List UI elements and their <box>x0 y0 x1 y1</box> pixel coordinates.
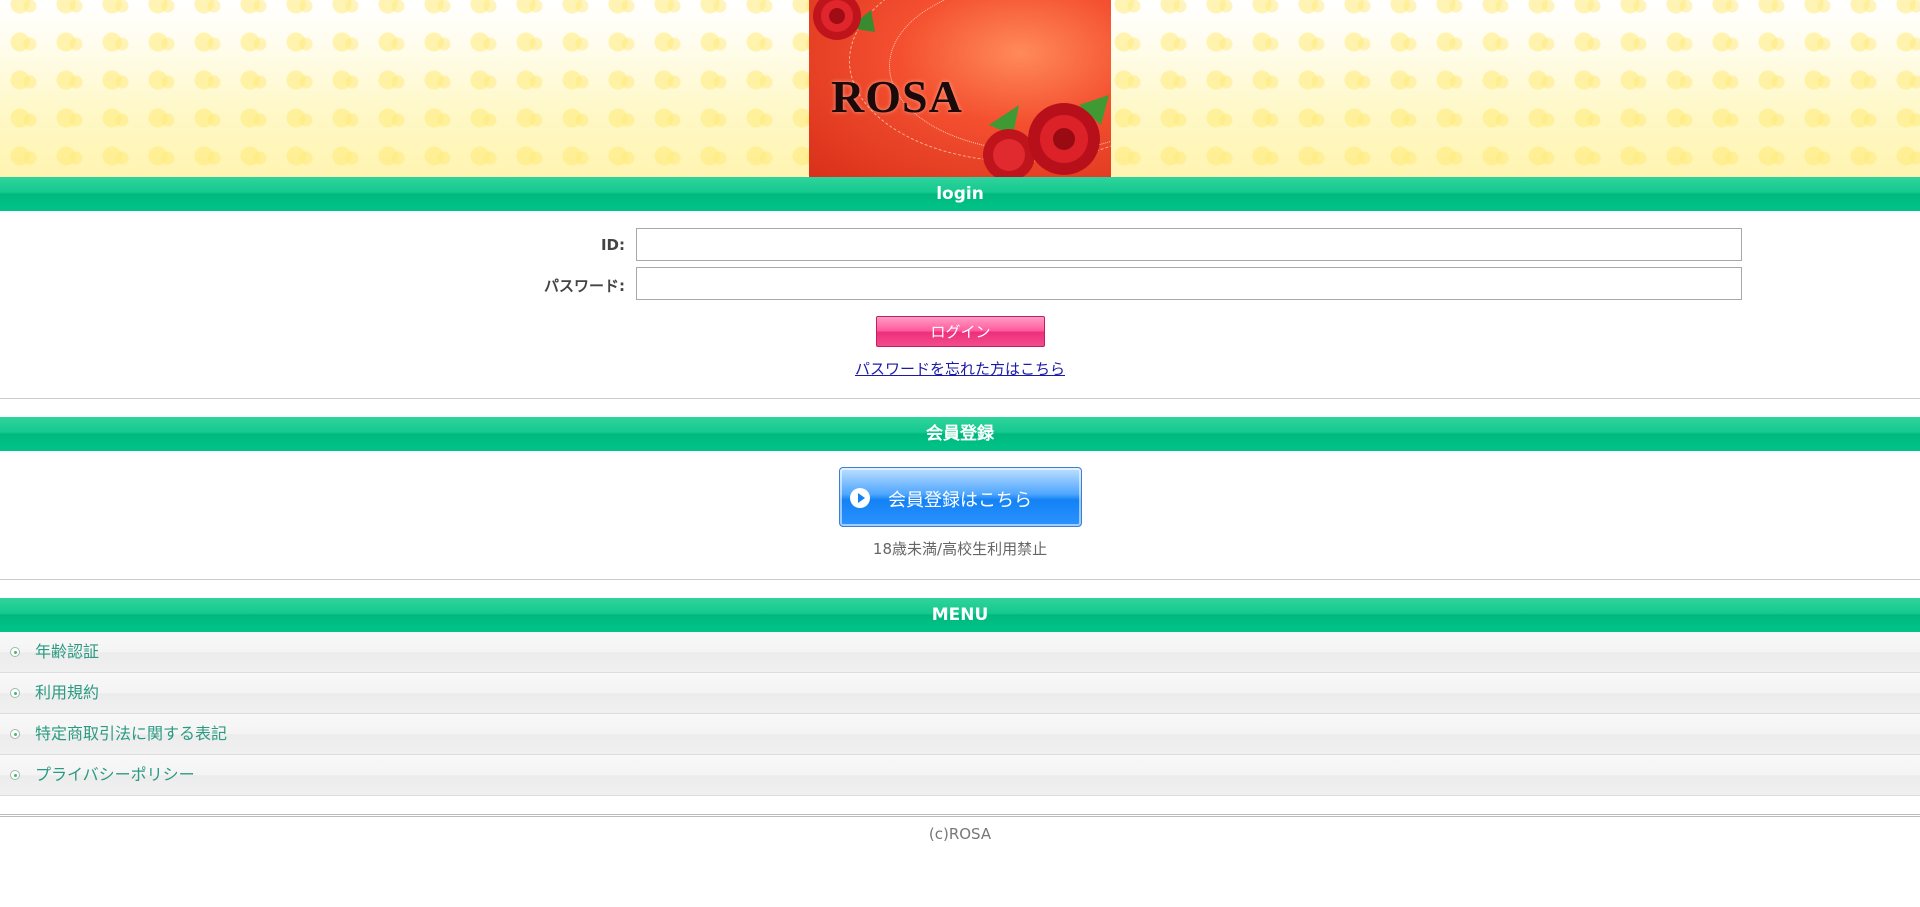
menu-item-privacy-policy[interactable]: プライバシーポリシー <box>0 755 1920 796</box>
bullet-icon <box>10 688 20 698</box>
bullet-icon <box>10 770 20 780</box>
menu-item-age-verification[interactable]: 年齢認証 <box>0 632 1920 673</box>
login-button[interactable]: ログイン <box>876 316 1045 347</box>
bullet-icon <box>10 729 20 739</box>
site-banner: ROSA <box>809 0 1111 177</box>
rose-icon <box>813 0 875 40</box>
menu-list: 年齢認証 利用規約 特定商取引法に関する表記 プライバシーポリシー <box>0 632 1920 796</box>
login-section-heading: login <box>0 177 1920 211</box>
menu-item-commerce-law[interactable]: 特定商取引法に関する表記 <box>0 714 1920 755</box>
id-input[interactable] <box>636 228 1742 261</box>
login-form: ID: パスワード: ログイン パスワードを忘れた方はこちら <box>0 211 1920 399</box>
register-button-label: 会員登録はこちら <box>888 490 1032 511</box>
menu-item-label: 特定商取引法に関する表記 <box>35 724 228 743</box>
register-section-heading: 会員登録 <box>0 417 1920 451</box>
banner-title: ROSA <box>831 71 963 122</box>
site-footer: (c)ROSA <box>0 814 1920 843</box>
menu-item-label: 年齢認証 <box>35 642 100 661</box>
password-input[interactable] <box>636 267 1742 300</box>
register-section: 会員登録はこちら 18歳未満/高校生利用禁止 <box>0 451 1920 580</box>
menu-item-terms[interactable]: 利用規約 <box>0 673 1920 714</box>
menu-item-label: 利用規約 <box>35 683 100 702</box>
site-header: ROSA <box>0 0 1920 177</box>
menu-section-heading: MENU <box>0 598 1920 632</box>
age-restriction-notice: 18歳未満/高校生利用禁止 <box>872 540 1048 558</box>
copyright-text: (c)ROSA <box>928 825 992 843</box>
password-label: パスワード: <box>544 277 625 295</box>
play-icon <box>850 488 870 508</box>
bullet-icon <box>10 647 20 657</box>
forgot-password-link[interactable]: パスワードを忘れた方はこちら <box>0 358 1920 379</box>
register-button[interactable]: 会員登録はこちら <box>839 467 1082 527</box>
id-label: ID: <box>600 236 625 254</box>
rose-icon <box>983 95 1109 177</box>
menu-item-label: プライバシーポリシー <box>35 765 195 784</box>
